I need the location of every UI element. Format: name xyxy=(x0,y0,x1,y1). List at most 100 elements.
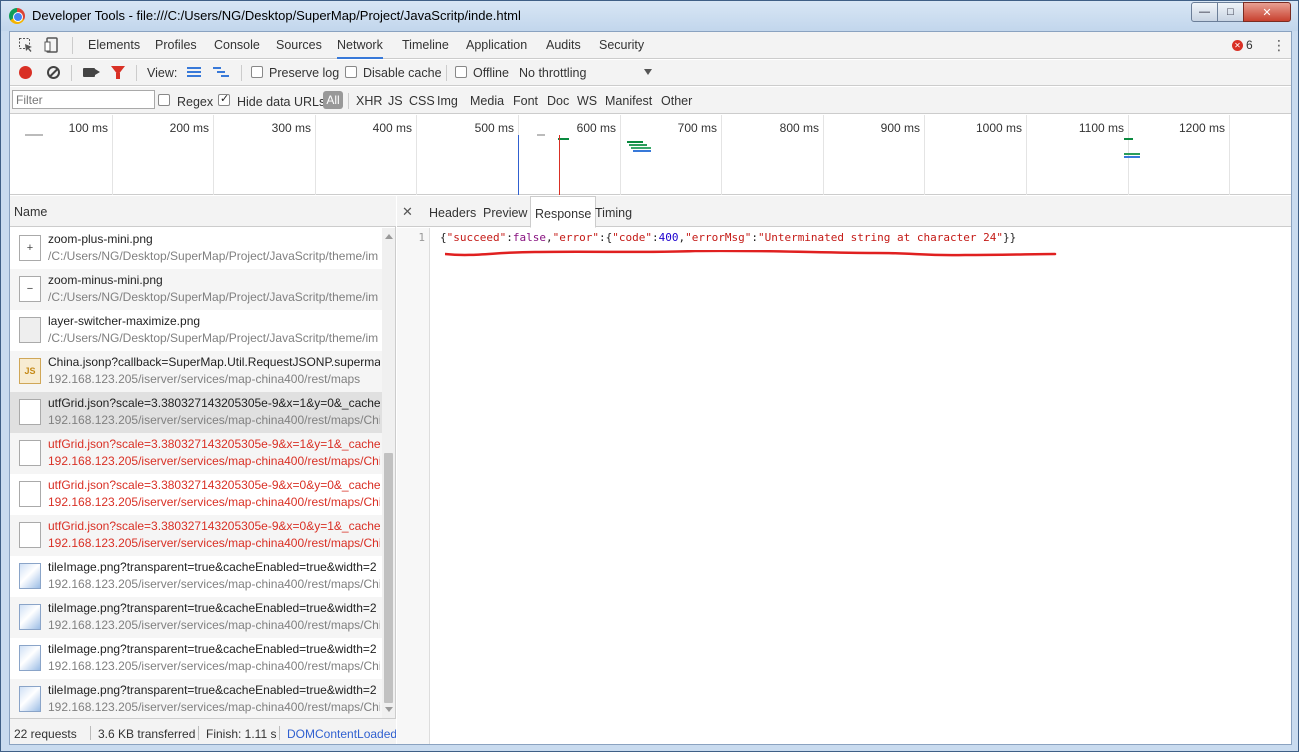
detail-tab-response[interactable]: Response xyxy=(530,196,597,228)
error-icon: ✕ xyxy=(1232,39,1243,51)
type-filter-img[interactable]: Img xyxy=(437,94,458,108)
request-row[interactable]: utfGrid.json?scale=3.380327143205305e-9&… xyxy=(10,433,382,474)
request-path: /C:/Users/NG/Desktop/SuperMap/Project/Ja… xyxy=(48,331,379,345)
toolbar-divider xyxy=(446,65,447,81)
detail-tab-headers[interactable]: Headers xyxy=(429,196,476,227)
name-column-header[interactable]: Name xyxy=(10,196,396,227)
type-filter-all[interactable]: All xyxy=(323,91,343,109)
scrollbar-thumb[interactable] xyxy=(384,453,393,703)
request-row[interactable]: + zoom-plus-mini.png/C:/Users/NG/Desktop/… xyxy=(10,228,382,269)
hide-data-urls-checkbox[interactable] xyxy=(218,92,230,106)
hide-data-urls-label: Hide data URLs xyxy=(237,95,326,109)
chevron-down-icon[interactable] xyxy=(644,69,652,75)
overview-gridline xyxy=(213,115,214,195)
toolbar-divider xyxy=(241,65,242,81)
tab-profiles[interactable]: Profiles xyxy=(155,32,197,59)
close-window-button[interactable]: ✕ xyxy=(1243,2,1291,22)
type-filter-manifest[interactable]: Manifest xyxy=(605,94,652,108)
minimize-button[interactable]: — xyxy=(1191,2,1218,22)
type-filter-css[interactable]: CSS xyxy=(409,94,435,108)
throttling-select[interactable]: No throttling xyxy=(519,66,586,80)
regex-checkbox[interactable] xyxy=(158,94,170,106)
overview-gridline xyxy=(924,115,925,195)
detail-tab-preview[interactable]: Preview xyxy=(483,196,527,227)
colon: : xyxy=(751,231,758,244)
request-row[interactable]: utfGrid.json?scale=3.380327143205305e-9&… xyxy=(10,474,382,515)
dom-content-loaded-marker xyxy=(518,135,519,195)
type-filter-font[interactable]: Font xyxy=(513,94,538,108)
toolbar-divider xyxy=(136,65,137,81)
summary-divider xyxy=(279,726,280,740)
comma: , xyxy=(545,231,553,244)
record-button[interactable] xyxy=(19,66,32,79)
overview-tick-label: 200 ms xyxy=(169,121,209,135)
request-row[interactable]: tileImage.png?transparent=true&cacheEnab… xyxy=(10,679,382,718)
filter-bar: Regex Hide data URLs All XHR JS CSSImg Medi… xyxy=(10,87,1291,114)
tab-timeline[interactable]: Timeline xyxy=(402,32,449,59)
type-filter-doc[interactable]: Doc xyxy=(547,94,569,108)
blank-file-icon xyxy=(19,522,41,548)
filter-input[interactable] xyxy=(12,90,155,109)
tab-application[interactable]: Application xyxy=(466,32,527,59)
request-name: zoom-minus-mini.png xyxy=(48,273,163,287)
overview-toggle-icon[interactable] xyxy=(213,67,229,78)
preserve-log-label: Preserve log xyxy=(269,66,340,80)
type-filter-js[interactable]: JS xyxy=(388,94,403,108)
minus-image-icon: − xyxy=(19,276,41,302)
inspect-element-icon[interactable] xyxy=(18,37,34,53)
json-key: "code" xyxy=(612,231,652,244)
response-body[interactable]: {"succeed":false,"error":{"code":400,"er… xyxy=(440,231,1016,244)
disable-cache-checkbox[interactable] xyxy=(345,66,357,78)
map-tile-icon xyxy=(19,604,41,630)
tab-audits[interactable]: Audits xyxy=(546,32,581,59)
tab-sources[interactable]: Sources xyxy=(276,32,322,59)
map-tile-icon xyxy=(19,563,41,589)
large-rows-icon[interactable] xyxy=(187,67,201,78)
scroll-up-icon[interactable] xyxy=(385,234,393,239)
type-filter-media[interactable]: Media xyxy=(470,94,504,108)
overview-gridline xyxy=(823,115,824,195)
request-row[interactable]: utfGrid.json?scale=3.380327143205305e-9&… xyxy=(10,392,382,433)
finish-time: Finish: 1.11 s xyxy=(206,727,277,741)
close-detail-icon[interactable]: ✕ xyxy=(402,204,413,220)
request-list-panel: Name + zoom-plus-mini.png/C:/Users/NG/Des… xyxy=(10,196,396,744)
detail-tab-timing[interactable]: Timing xyxy=(595,196,632,227)
device-mode-icon[interactable] xyxy=(44,37,60,53)
capture-screenshots-icon[interactable] xyxy=(83,68,100,77)
tab-security[interactable]: Security xyxy=(599,32,644,59)
request-row[interactable]: JS China.jsonp?callback=SuperMap.Util.Req… xyxy=(10,351,382,392)
error-counter[interactable]: ✕ 6 xyxy=(1232,38,1253,52)
request-row[interactable]: − zoom-minus-mini.png/C:/Users/NG/Desktop… xyxy=(10,269,382,310)
type-filter-xhr[interactable]: XHR xyxy=(356,94,382,108)
request-row[interactable]: layer-switcher-maximize.png/C:/Users/NG/… xyxy=(10,310,382,351)
toolbar-divider xyxy=(71,65,72,81)
type-filter-other[interactable]: Other xyxy=(661,94,692,108)
tab-network[interactable]: Network xyxy=(337,32,383,59)
request-row[interactable]: tileImage.png?transparent=true&cacheEnab… xyxy=(10,638,382,679)
line-number: 1 xyxy=(418,231,425,244)
request-detail-panel: ✕ Headers Preview Response Timing 1 {"succe… xyxy=(397,196,1291,744)
transferred-size: 3.6 KB transferred xyxy=(98,727,196,741)
overview-tick-label: 900 ms xyxy=(880,121,920,135)
request-row[interactable]: utfGrid.json?scale=3.380327143205305e-9&… xyxy=(10,515,382,556)
request-count: 22 requests xyxy=(14,727,77,741)
overview-request-bar xyxy=(1124,153,1140,155)
line-number-gutter: 1 xyxy=(397,228,430,744)
request-row[interactable]: tileImage.png?transparent=true&cacheEnab… xyxy=(10,597,382,638)
offline-checkbox[interactable] xyxy=(455,66,467,78)
title-bar[interactable]: Developer Tools - file:///C:/Users/NG/De… xyxy=(1,1,1298,31)
timeline-overview[interactable]: 100 ms 200 ms 300 ms 400 ms 500 ms 600 ms 700 … xyxy=(10,115,1291,195)
clear-button[interactable] xyxy=(47,66,60,79)
type-filter-ws[interactable]: WS xyxy=(577,94,597,108)
tab-console[interactable]: Console xyxy=(214,32,260,59)
main-tab-bar: Elements Profiles Console Sources Network Tim… xyxy=(10,32,1291,59)
request-row[interactable]: tileImage.png?transparent=true&cacheEnab… xyxy=(10,556,382,597)
filter-toggle-icon[interactable] xyxy=(111,66,125,79)
js-file-icon: JS xyxy=(19,358,41,384)
scroll-down-icon[interactable] xyxy=(385,707,393,712)
tab-elements[interactable]: Elements xyxy=(88,32,140,59)
preserve-log-checkbox[interactable] xyxy=(251,66,263,78)
maximize-button[interactable]: □ xyxy=(1217,2,1244,22)
more-options-icon[interactable]: ⋮ xyxy=(1272,37,1286,53)
detail-tab-bar: ✕ Headers Preview Response Timing xyxy=(397,196,1291,228)
